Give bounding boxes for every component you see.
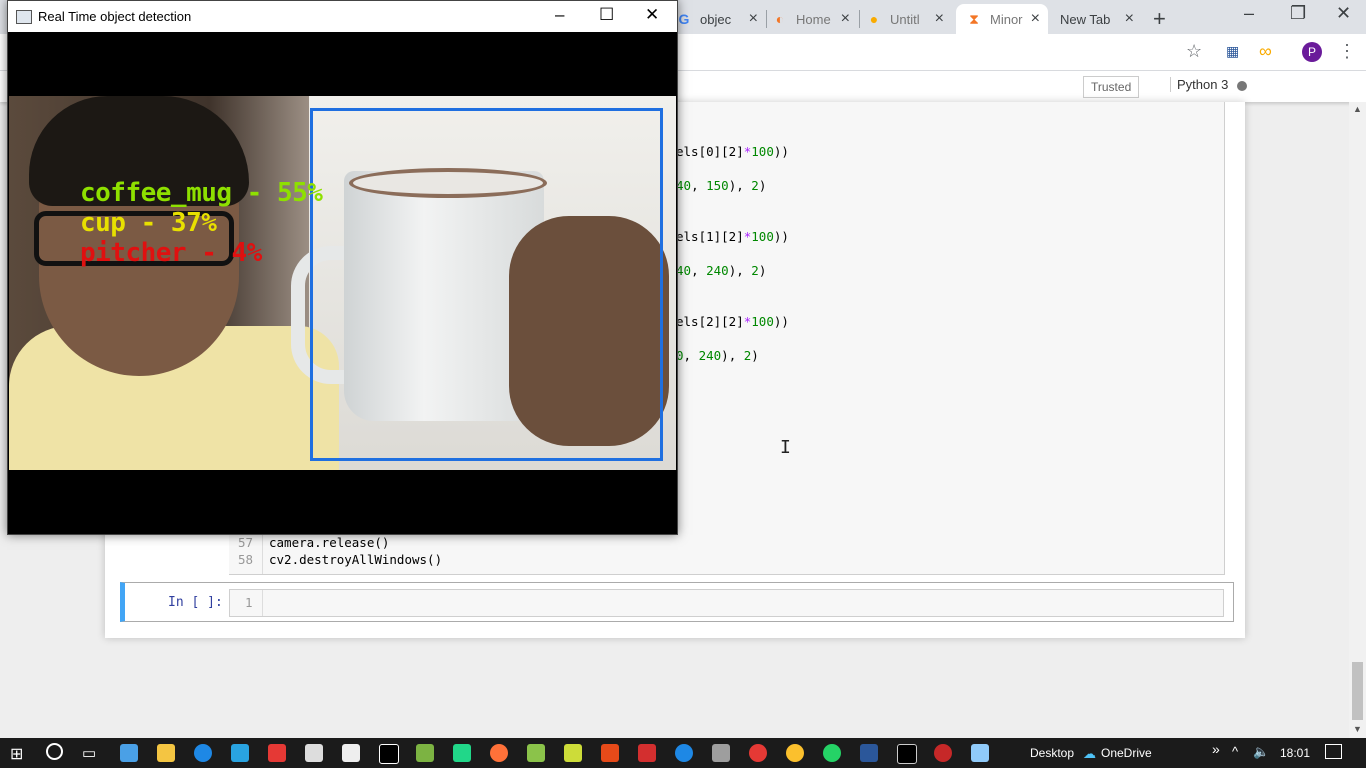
page-scrollbar[interactable] [1349, 102, 1366, 738]
action-center-icon[interactable] [1325, 744, 1342, 759]
task-view-icon[interactable]: ▭ [82, 744, 96, 762]
line-number: 1 [245, 595, 253, 610]
tab-label: Home [796, 11, 831, 27]
red-app-icon[interactable] [268, 744, 286, 762]
profile-avatar[interactable]: P [1302, 42, 1322, 62]
toolbar-overflow-icon[interactable]: » [1212, 741, 1220, 757]
opera-icon[interactable] [749, 744, 767, 762]
scroll-up-icon[interactable]: ▲ [1353, 104, 1362, 114]
window-app-icon [16, 10, 32, 24]
code-line: 40, 240), 2) [676, 263, 767, 278]
onedrive-icon: ☁ [1083, 746, 1096, 761]
l-app-icon[interactable] [231, 744, 249, 762]
office-icon[interactable] [601, 744, 619, 762]
google-icon: G [678, 11, 690, 27]
clock[interactable]: 18:01 [1280, 746, 1310, 760]
detection-label-2: cup - 37% [80, 208, 217, 238]
detection-window[interactable]: Real Time object detection – ☐ ✕ coffee_… [7, 0, 678, 535]
git-icon[interactable] [638, 744, 656, 762]
camera-frame: coffee_mug - 55% cup - 37% pitcher - 4% [9, 96, 676, 470]
code-line: els[1][2]*100)) [676, 229, 789, 244]
code-line: els[0][2]*100)) [676, 144, 789, 159]
pycharm-icon[interactable] [453, 744, 471, 762]
app-icon[interactable] [712, 744, 730, 762]
close-tab-icon[interactable]: × [1125, 10, 1134, 28]
edge-icon[interactable] [194, 744, 212, 762]
trusted-badge[interactable]: Trusted [1083, 76, 1140, 98]
3d-viewer-icon[interactable] [120, 744, 138, 762]
line-number: 57 [238, 535, 254, 550]
windows-start-icon[interactable]: ⊞ [10, 744, 23, 764]
line-number: 58 [238, 552, 254, 567]
scroll-down-icon[interactable]: ▼ [1353, 724, 1362, 734]
android-studio-icon[interactable] [416, 744, 434, 762]
detection-label-1: coffee_mug - 55% [80, 178, 323, 208]
close-window-icon[interactable]: ✕ [645, 5, 659, 25]
maximize-icon[interactable]: ☐ [599, 5, 614, 25]
tab-new-tab[interactable]: New Tab × [1052, 4, 1142, 34]
onedrive-label[interactable]: OneDrive [1101, 746, 1152, 760]
tab-label: objec [700, 11, 732, 27]
restore-icon[interactable]: ❐ [1290, 3, 1306, 24]
jupyter-icon: ◐ [775, 11, 785, 27]
firefox-icon[interactable] [490, 744, 508, 762]
tab-object-search[interactable]: G objec × [676, 4, 766, 34]
file-explorer-icon[interactable] [157, 744, 175, 762]
extension-icon[interactable]: ▦ [1226, 43, 1239, 60]
tab-untitled[interactable]: ● Untitl × [866, 4, 952, 34]
search-icon[interactable] [46, 743, 63, 760]
new-tab-button[interactable]: + [1153, 6, 1166, 32]
close-tab-icon[interactable]: × [749, 10, 758, 28]
code-line-57: camera.release() [269, 535, 390, 550]
code-line: 0, 240), 2) [676, 348, 759, 363]
detection-window-title: Real Time object detection [38, 9, 192, 24]
chrome-icon[interactable] [786, 744, 804, 762]
bookmark-star-icon[interactable]: ☆ [1186, 41, 1202, 62]
word-icon[interactable] [860, 744, 878, 762]
intellij-icon[interactable] [379, 744, 399, 764]
green-app-icon[interactable] [527, 744, 545, 762]
detection-window-titlebar[interactable]: Real Time object detection – ☐ ✕ [8, 1, 677, 32]
hourglass-icon: ⧗ [969, 10, 979, 27]
kernel-status-icon [1237, 81, 1247, 91]
tab-separator [766, 10, 767, 28]
code-line: els[2][2]*100)) [676, 314, 789, 329]
colab-icon: ● [869, 11, 879, 27]
tab-label: New Tab [1060, 11, 1111, 27]
text-cursor-icon: I [780, 437, 791, 458]
close-tab-icon[interactable]: × [1031, 10, 1040, 28]
whatsapp-icon[interactable] [823, 744, 841, 762]
code-line: 40, 150), 2) [676, 178, 767, 193]
python-window-icon[interactable] [971, 744, 989, 762]
close-window-icon[interactable]: ✕ [1336, 3, 1351, 24]
scrollbar-thumb[interactable] [1352, 662, 1363, 720]
tab-label: Minor [990, 11, 1023, 27]
command-prompt-icon[interactable] [897, 744, 917, 764]
game-icon[interactable] [934, 744, 952, 762]
empty-cell-input[interactable] [229, 589, 1224, 617]
desktop-toolbar-label[interactable]: Desktop [1030, 746, 1074, 760]
minimize-icon[interactable]: – [1244, 3, 1254, 24]
windows-taskbar: ⊞ ▭ Desktop ☁ OneDrive » ^ 🔈 18:01 [0, 738, 1366, 768]
tab-label: Untitl [890, 11, 920, 27]
close-tab-icon[interactable]: × [935, 10, 944, 28]
teamviewer-icon[interactable] [675, 744, 693, 762]
menu-icon[interactable]: ⋮ [1338, 41, 1356, 62]
close-tab-icon[interactable]: × [841, 10, 850, 28]
kernel-name: Python 3 [1170, 77, 1228, 92]
mail-icon[interactable] [305, 744, 323, 762]
store-icon[interactable] [342, 744, 360, 762]
detection-bounding-box [310, 108, 663, 461]
tab-separator [859, 10, 860, 28]
tab-home[interactable]: ◐ Home × [772, 4, 858, 34]
volume-icon[interactable]: 🔈 [1253, 744, 1269, 760]
minimize-icon[interactable]: – [555, 5, 564, 25]
colab-extension-icon[interactable]: ∞ [1259, 41, 1272, 62]
cell-prompt: In [ ]: [168, 595, 223, 610]
notepad-icon[interactable] [564, 744, 582, 762]
code-line-58: cv2.destroyAllWindows() [269, 552, 443, 567]
detection-label-3: pitcher - 4% [80, 238, 262, 268]
tab-minor[interactable]: ⧗ Minor × [956, 4, 1048, 34]
show-hidden-icons-icon[interactable]: ^ [1232, 744, 1238, 759]
